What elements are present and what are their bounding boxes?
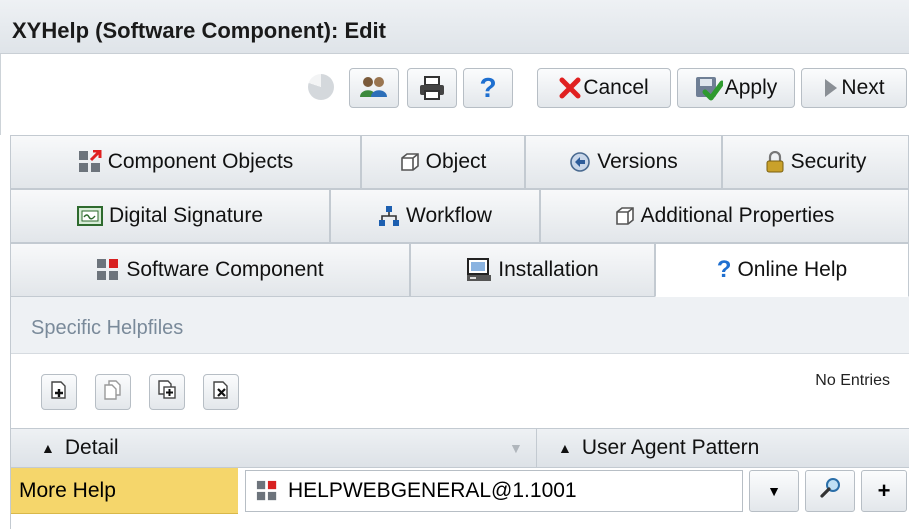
tab-label: Additional Properties [640,204,835,227]
column-header-detail[interactable]: ▲ Detail [41,429,119,467]
chevron-down-icon: ▼ [767,483,781,499]
tab-label: Software Component [126,258,324,281]
online-help-panel: Specific Helpfiles No Entries ▲ Detail ▼… [10,297,909,529]
edit-window: XYHelp (Software Component): Edit ? Canc… [0,0,909,529]
helpfile-field[interactable]: HELPWEBGENERAL@1.1001 [245,470,743,512]
toolbar: ? Cancel Apply Next [0,54,909,135]
tab-label: Component Objects [107,150,294,173]
apply-label: Apply [724,76,778,99]
installation-icon [466,258,492,282]
cancel-button[interactable]: Cancel [537,68,671,108]
component-objects-icon [78,150,102,174]
tab-label: Workflow [406,204,492,227]
tab-label: Object [425,150,487,173]
column-label: User Agent Pattern [581,436,760,459]
insert-entry-button[interactable] [149,374,185,410]
tab-label: Online Help [737,258,848,281]
save-check-icon [695,75,723,101]
versions-icon [569,151,591,173]
insert-icon [157,379,177,405]
grid-header: ▲ Detail ▼ ▲ User Agent Pattern [11,428,909,468]
apply-button[interactable]: Apply [677,68,795,108]
copy-entry-button[interactable] [95,374,131,410]
software-component-icon [96,258,120,282]
help-button[interactable]: ? [463,68,513,108]
delete-document-icon [211,380,231,405]
tab-object[interactable]: Object [361,135,525,189]
new-document-icon [49,380,69,405]
row-label: More Help [11,468,238,514]
tab-security[interactable]: Security [722,135,909,189]
new-entry-button[interactable] [41,374,77,410]
cube-icon [615,206,635,226]
lock-icon [765,151,785,173]
workflow-icon [378,205,400,227]
users-button[interactable] [349,68,399,108]
print-button[interactable] [407,68,457,108]
tab-label: Installation [498,258,599,281]
tab-installation[interactable]: Installation [410,243,655,297]
signature-icon [76,205,103,227]
tab-additional-properties[interactable]: Additional Properties [540,189,909,243]
title-bar: XYHelp (Software Component): Edit [0,0,909,54]
search-button[interactable] [805,470,855,512]
delete-entry-button[interactable] [203,374,239,410]
window-title: XYHelp (Software Component): Edit [12,18,386,43]
column-menu-icon[interactable]: ▼ [509,429,523,467]
cancel-label: Cancel [583,76,649,99]
dropdown-button[interactable]: ▼ [749,470,799,512]
tab-label: Digital Signature [108,204,264,227]
users-icon [359,75,389,101]
arrow-right-icon [823,77,839,99]
plus-icon: + [877,478,891,503]
sort-icon: ▲ [41,440,55,456]
tab-online-help[interactable]: ? Online Help [655,243,909,297]
red-x-icon [559,77,581,99]
tab-label: Security [790,150,867,173]
tab-digital-signature[interactable]: Digital Signature [10,189,330,243]
table-row[interactable]: More Help HELPWEBGENERAL@1.1001 ▼ + [11,468,909,514]
next-button[interactable]: Next [801,68,907,108]
software-component-icon [256,480,278,502]
section-title: Specific Helpfiles [31,317,184,339]
copy-icon [103,379,123,405]
section-header: Specific Helpfiles [11,297,909,354]
helpfile-value: HELPWEBGENERAL@1.1001 [288,479,577,502]
column-divider [536,429,537,467]
column-label: Detail [64,436,119,459]
list-toolbar: No Entries [11,354,909,428]
column-header-user-agent-pattern[interactable]: ▲ User Agent Pattern [558,429,759,467]
tab-component-objects[interactable]: Component Objects [10,135,361,189]
question-mark-icon: ? [716,256,732,283]
sort-icon: ▲ [558,440,572,456]
magnifier-icon [819,477,841,505]
loading-spinner-icon [308,74,334,100]
add-button[interactable]: + [861,470,907,512]
tab-versions[interactable]: Versions [525,135,722,189]
tab-workflow[interactable]: Workflow [330,189,540,243]
printer-icon [419,76,445,100]
tab-software-component[interactable]: Software Component [10,243,410,297]
tab-label: Versions [597,150,678,173]
cube-icon [400,152,420,172]
question-mark-icon: ? [479,72,497,103]
next-label: Next [841,76,885,99]
entries-status: No Entries [815,372,890,389]
